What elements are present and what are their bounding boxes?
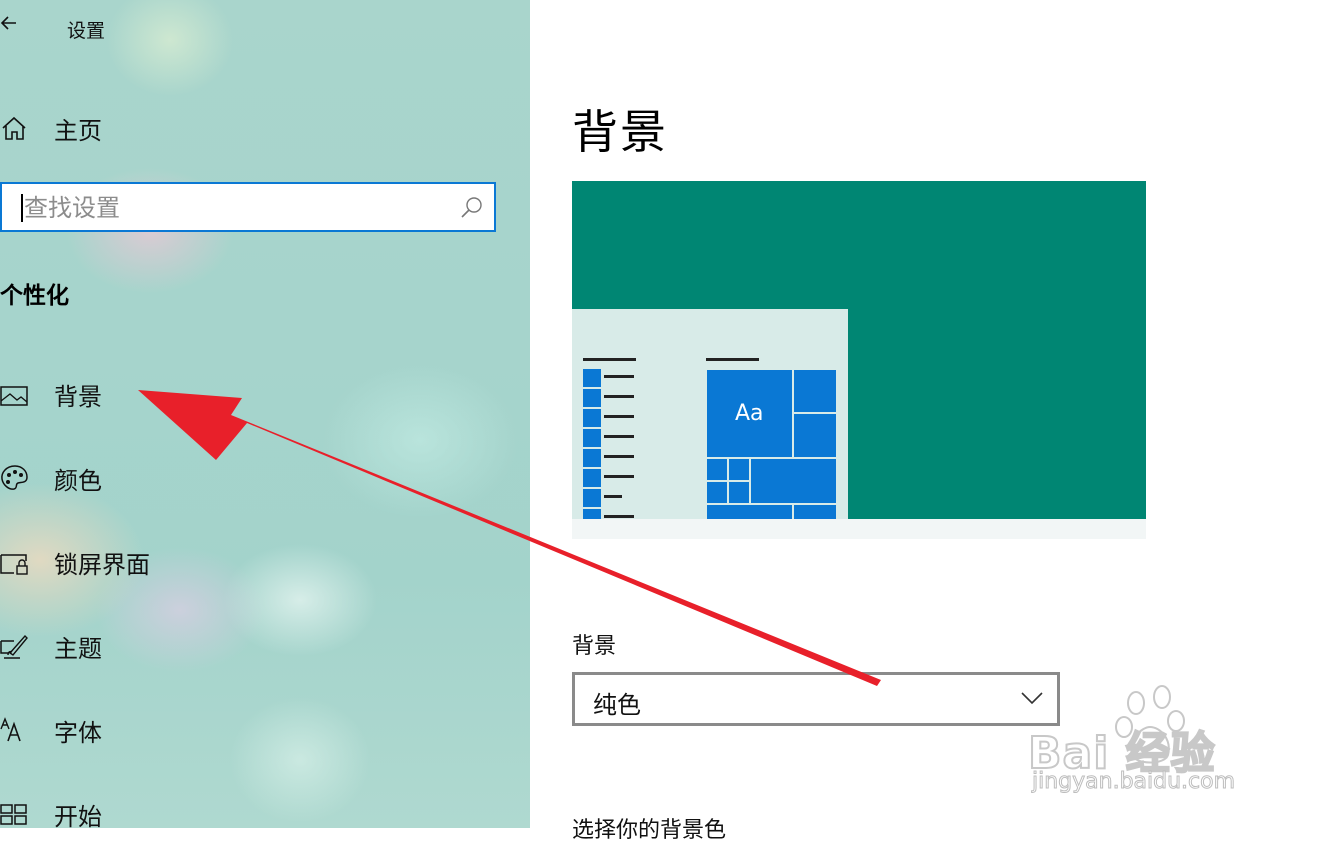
preview-app-icon [583,489,601,507]
text-caret [21,194,23,222]
lock-screen-icon [0,545,34,579]
preview-tile-large: Aa [706,369,793,458]
preview-line [604,475,634,478]
search-input[interactable] [24,190,444,226]
sidebar-item-label: 开始 [54,802,102,829]
preview-app-icon [583,409,601,427]
choose-color-label: 选择你的背景色 [572,818,727,843]
background-preview: Aa [572,181,1146,539]
sidebar-item-lock-screen[interactable]: 锁屏界面 [0,542,520,582]
start-icon [0,797,34,828]
chevron-down-icon [1021,690,1043,705]
preview-taskbar [572,519,1146,539]
background-setting-label: 背景 [572,634,617,659]
preview-tile [793,369,837,413]
preview-bar [706,358,759,361]
main-content: 背景 Aa 背景 纯色 选择你的背景色 [530,0,1341,843]
preview-app-icon [583,389,601,407]
preview-tile [706,458,728,481]
sidebar-item-label: 背景 [54,382,102,411]
sidebar: 设置 主页 个性化 背景 颜色 锁屏界面 主题 [0,0,530,828]
preview-app-icon [583,429,601,447]
search-icon[interactable] [460,196,484,220]
brush-icon [0,629,34,663]
preview-app-icon [583,509,601,519]
preview-bar [583,358,636,361]
sidebar-item-label: 颜色 [54,466,102,495]
back-arrow-icon[interactable] [0,12,22,34]
preview-tile-wide [750,458,837,504]
sidebar-item-colors[interactable]: 颜色 [0,458,520,498]
dropdown-selected-value: 纯色 [593,691,641,719]
sidebar-item-themes[interactable]: 主题 [0,626,520,666]
preview-app-icon [583,449,601,467]
preview-line [604,455,634,458]
preview-tile-label: Aa [735,401,764,426]
preview-tile [706,481,728,504]
font-icon [0,713,34,747]
preview-tile [793,504,837,519]
preview-app-icon [583,469,601,487]
preview-line [604,415,634,418]
preview-line [604,395,634,398]
preview-tile [728,481,750,504]
background-type-dropdown[interactable]: 纯色 [572,672,1060,726]
sidebar-item-home[interactable]: 主页 [0,109,520,147]
preview-line [604,515,634,518]
section-title: 个性化 [0,283,69,309]
app-title: 设置 [67,20,106,42]
search-field[interactable] [0,182,496,232]
sidebar-item-label: 主题 [54,634,102,663]
sidebar-item-label: 字体 [54,718,102,747]
home-icon [0,111,34,145]
sidebar-item-label: 锁屏界面 [54,550,150,579]
preview-app-icon [583,369,601,387]
sidebar-item-start[interactable]: 开始 [0,794,520,828]
sidebar-item-background[interactable]: 背景 [0,374,520,414]
picture-icon [0,377,34,411]
sidebar-item-label: 主页 [54,116,102,145]
preview-start-menu: Aa [572,309,848,519]
preview-tile [793,413,837,458]
preview-line [604,375,634,378]
preview-line [604,435,634,438]
preview-tile [728,458,750,481]
preview-line [604,495,622,498]
preview-tile [706,504,793,519]
page-title: 背景 [572,105,668,159]
sidebar-item-fonts[interactable]: 字体 [0,710,520,750]
palette-icon [0,461,34,495]
